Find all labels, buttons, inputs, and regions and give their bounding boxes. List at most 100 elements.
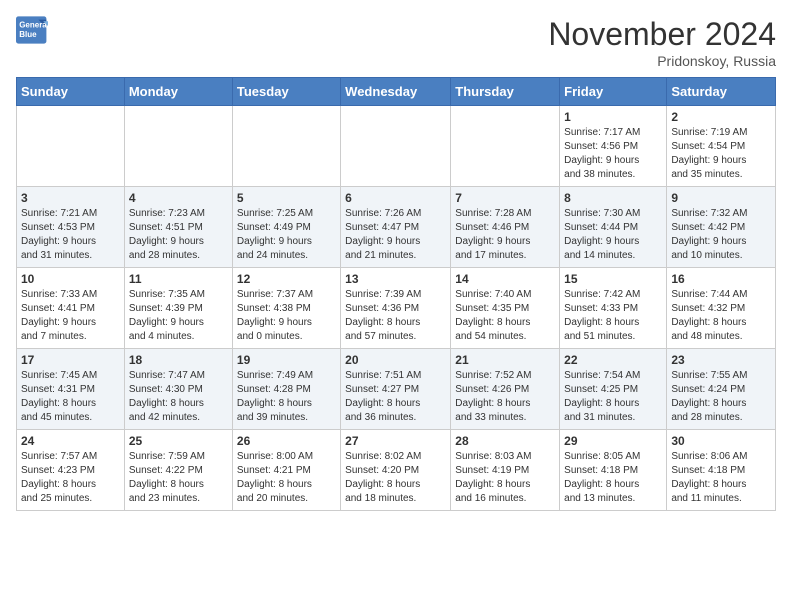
day-number: 13: [345, 272, 446, 286]
calendar-cell: [232, 106, 340, 187]
column-header-saturday: Saturday: [667, 78, 776, 106]
day-info: Sunrise: 7:49 AM Sunset: 4:28 PM Dayligh…: [237, 369, 336, 425]
day-number: 26: [237, 434, 336, 448]
day-number: 29: [564, 434, 662, 448]
calendar-cell: 8 Sunrise: 7:30 AM Sunset: 4:44 PM Daylig…: [560, 187, 667, 268]
calendar-cell: 1 Sunrise: 7:17 AM Sunset: 4:56 PM Daylig…: [560, 106, 667, 187]
day-number: 10: [21, 272, 120, 286]
day-info: Sunrise: 7:42 AM Sunset: 4:33 PM Dayligh…: [564, 288, 662, 344]
calendar-cell: 10 Sunrise: 7:33 AM Sunset: 4:41 PM Dayli…: [17, 268, 125, 349]
day-number: 12: [237, 272, 336, 286]
day-number: 4: [129, 191, 228, 205]
day-info: Sunrise: 8:05 AM Sunset: 4:18 PM Dayligh…: [564, 450, 662, 506]
calendar-cell: 28Sunrise: 8:03 AM Sunset: 4:19 PM Dayli…: [451, 430, 560, 511]
page-header: General Blue November 2024 Pridonskoy, R…: [16, 16, 776, 69]
calendar-cell: 29 Sunrise: 8:05 AM Sunset: 4:18 PM Dayli…: [560, 430, 667, 511]
calendar-cell: 25 Sunrise: 7:59 AM Sunset: 4:22 PM Dayli…: [124, 430, 232, 511]
day-info: Sunrise: 7:25 AM Sunset: 4:49 PM Dayligh…: [237, 207, 336, 263]
day-info: Sunrise: 7:54 AM Sunset: 4:25 PM Dayligh…: [564, 369, 662, 425]
calendar-cell: 30 Sunrise: 8:06 AM Sunset: 4:18 PM Dayli…: [667, 430, 776, 511]
day-info: Sunrise: 8:00 AM Sunset: 4:21 PM Dayligh…: [237, 450, 336, 506]
day-number: 18: [129, 353, 228, 367]
calendar-cell: 24 Sunrise: 7:57 AM Sunset: 4:23 PM Dayli…: [17, 430, 125, 511]
logo: General Blue: [16, 16, 52, 44]
day-number: 22: [564, 353, 662, 367]
title-block: November 2024 Pridonskoy, Russia: [548, 16, 776, 69]
day-number: 3: [21, 191, 120, 205]
svg-text:Blue: Blue: [19, 30, 37, 39]
day-info: Sunrise: 7:39 AM Sunset: 4:36 PM Dayligh…: [345, 288, 446, 344]
day-info: Sunrise: 7:30 AM Sunset: 4:44 PM Dayligh…: [564, 207, 662, 263]
calendar-cell: 4Sunrise: 7:23 AM Sunset: 4:51 PM Daylig…: [124, 187, 232, 268]
column-header-sunday: Sunday: [17, 78, 125, 106]
calendar-cell: 2 Sunrise: 7:19 AM Sunset: 4:54 PM Daylig…: [667, 106, 776, 187]
calendar-week-row: 17Sunrise: 7:45 AM Sunset: 4:31 PM Dayli…: [17, 349, 776, 430]
calendar-cell: 19 Sunrise: 7:49 AM Sunset: 4:28 PM Dayli…: [232, 349, 340, 430]
day-number: 30: [671, 434, 771, 448]
month-title: November 2024: [548, 16, 776, 53]
day-info: Sunrise: 7:40 AM Sunset: 4:35 PM Dayligh…: [455, 288, 555, 344]
day-number: 8: [564, 191, 662, 205]
day-number: 19: [237, 353, 336, 367]
day-number: 2: [671, 110, 771, 124]
calendar-table: SundayMondayTuesdayWednesdayThursdayFrid…: [16, 77, 776, 511]
day-number: 7: [455, 191, 555, 205]
calendar-week-row: 10 Sunrise: 7:33 AM Sunset: 4:41 PM Dayli…: [17, 268, 776, 349]
day-info: Sunrise: 8:02 AM Sunset: 4:20 PM Dayligh…: [345, 450, 446, 506]
day-info: Sunrise: 7:47 AM Sunset: 4:30 PM Dayligh…: [129, 369, 228, 425]
calendar-cell: 11Sunrise: 7:35 AM Sunset: 4:39 PM Dayli…: [124, 268, 232, 349]
day-number: 9: [671, 191, 771, 205]
location: Pridonskoy, Russia: [548, 53, 776, 69]
day-number: 6: [345, 191, 446, 205]
calendar-cell: [451, 106, 560, 187]
day-info: Sunrise: 7:19 AM Sunset: 4:54 PM Dayligh…: [671, 126, 771, 182]
calendar-cell: [124, 106, 232, 187]
calendar-cell: 14 Sunrise: 7:40 AM Sunset: 4:35 PM Dayli…: [451, 268, 560, 349]
column-header-monday: Monday: [124, 78, 232, 106]
day-info: Sunrise: 7:37 AM Sunset: 4:38 PM Dayligh…: [237, 288, 336, 344]
calendar-cell: 13 Sunrise: 7:39 AM Sunset: 4:36 PM Dayli…: [341, 268, 451, 349]
calendar-cell: 18 Sunrise: 7:47 AM Sunset: 4:30 PM Dayli…: [124, 349, 232, 430]
day-info: Sunrise: 7:17 AM Sunset: 4:56 PM Dayligh…: [564, 126, 662, 182]
day-number: 14: [455, 272, 555, 286]
column-header-wednesday: Wednesday: [341, 78, 451, 106]
svg-text:General: General: [19, 21, 48, 30]
calendar-cell: 3 Sunrise: 7:21 AM Sunset: 4:53 PM Daylig…: [17, 187, 125, 268]
column-header-friday: Friday: [560, 78, 667, 106]
day-number: 15: [564, 272, 662, 286]
day-info: Sunrise: 7:35 AM Sunset: 4:39 PM Dayligh…: [129, 288, 228, 344]
calendar-cell: 21Sunrise: 7:52 AM Sunset: 4:26 PM Dayli…: [451, 349, 560, 430]
day-number: 28: [455, 434, 555, 448]
day-info: Sunrise: 7:55 AM Sunset: 4:24 PM Dayligh…: [671, 369, 771, 425]
day-number: 1: [564, 110, 662, 124]
calendar-cell: 5 Sunrise: 7:25 AM Sunset: 4:49 PM Daylig…: [232, 187, 340, 268]
calendar-cell: [17, 106, 125, 187]
calendar-cell: 27 Sunrise: 8:02 AM Sunset: 4:20 PM Dayli…: [341, 430, 451, 511]
day-number: 27: [345, 434, 446, 448]
calendar-cell: 20Sunrise: 7:51 AM Sunset: 4:27 PM Dayli…: [341, 349, 451, 430]
calendar-cell: 17Sunrise: 7:45 AM Sunset: 4:31 PM Dayli…: [17, 349, 125, 430]
day-number: 21: [455, 353, 555, 367]
calendar-cell: 7Sunrise: 7:28 AM Sunset: 4:46 PM Daylig…: [451, 187, 560, 268]
day-number: 24: [21, 434, 120, 448]
day-number: 23: [671, 353, 771, 367]
calendar-cell: 23 Sunrise: 7:55 AM Sunset: 4:24 PM Dayli…: [667, 349, 776, 430]
calendar-week-row: 24 Sunrise: 7:57 AM Sunset: 4:23 PM Dayli…: [17, 430, 776, 511]
day-info: Sunrise: 7:21 AM Sunset: 4:53 PM Dayligh…: [21, 207, 120, 263]
day-info: Sunrise: 7:33 AM Sunset: 4:41 PM Dayligh…: [21, 288, 120, 344]
calendar-week-row: 3 Sunrise: 7:21 AM Sunset: 4:53 PM Daylig…: [17, 187, 776, 268]
calendar-cell: 6Sunrise: 7:26 AM Sunset: 4:47 PM Daylig…: [341, 187, 451, 268]
day-number: 5: [237, 191, 336, 205]
day-info: Sunrise: 7:59 AM Sunset: 4:22 PM Dayligh…: [129, 450, 228, 506]
calendar-cell: 26 Sunrise: 8:00 AM Sunset: 4:21 PM Dayli…: [232, 430, 340, 511]
day-info: Sunrise: 7:57 AM Sunset: 4:23 PM Dayligh…: [21, 450, 120, 506]
calendar-cell: 16 Sunrise: 7:44 AM Sunset: 4:32 PM Dayli…: [667, 268, 776, 349]
day-number: 17: [21, 353, 120, 367]
day-info: Sunrise: 7:51 AM Sunset: 4:27 PM Dayligh…: [345, 369, 446, 425]
day-info: Sunrise: 8:06 AM Sunset: 4:18 PM Dayligh…: [671, 450, 771, 506]
day-info: Sunrise: 7:44 AM Sunset: 4:32 PM Dayligh…: [671, 288, 771, 344]
day-number: 25: [129, 434, 228, 448]
day-number: 16: [671, 272, 771, 286]
column-header-tuesday: Tuesday: [232, 78, 340, 106]
calendar-week-row: 1 Sunrise: 7:17 AM Sunset: 4:56 PM Daylig…: [17, 106, 776, 187]
